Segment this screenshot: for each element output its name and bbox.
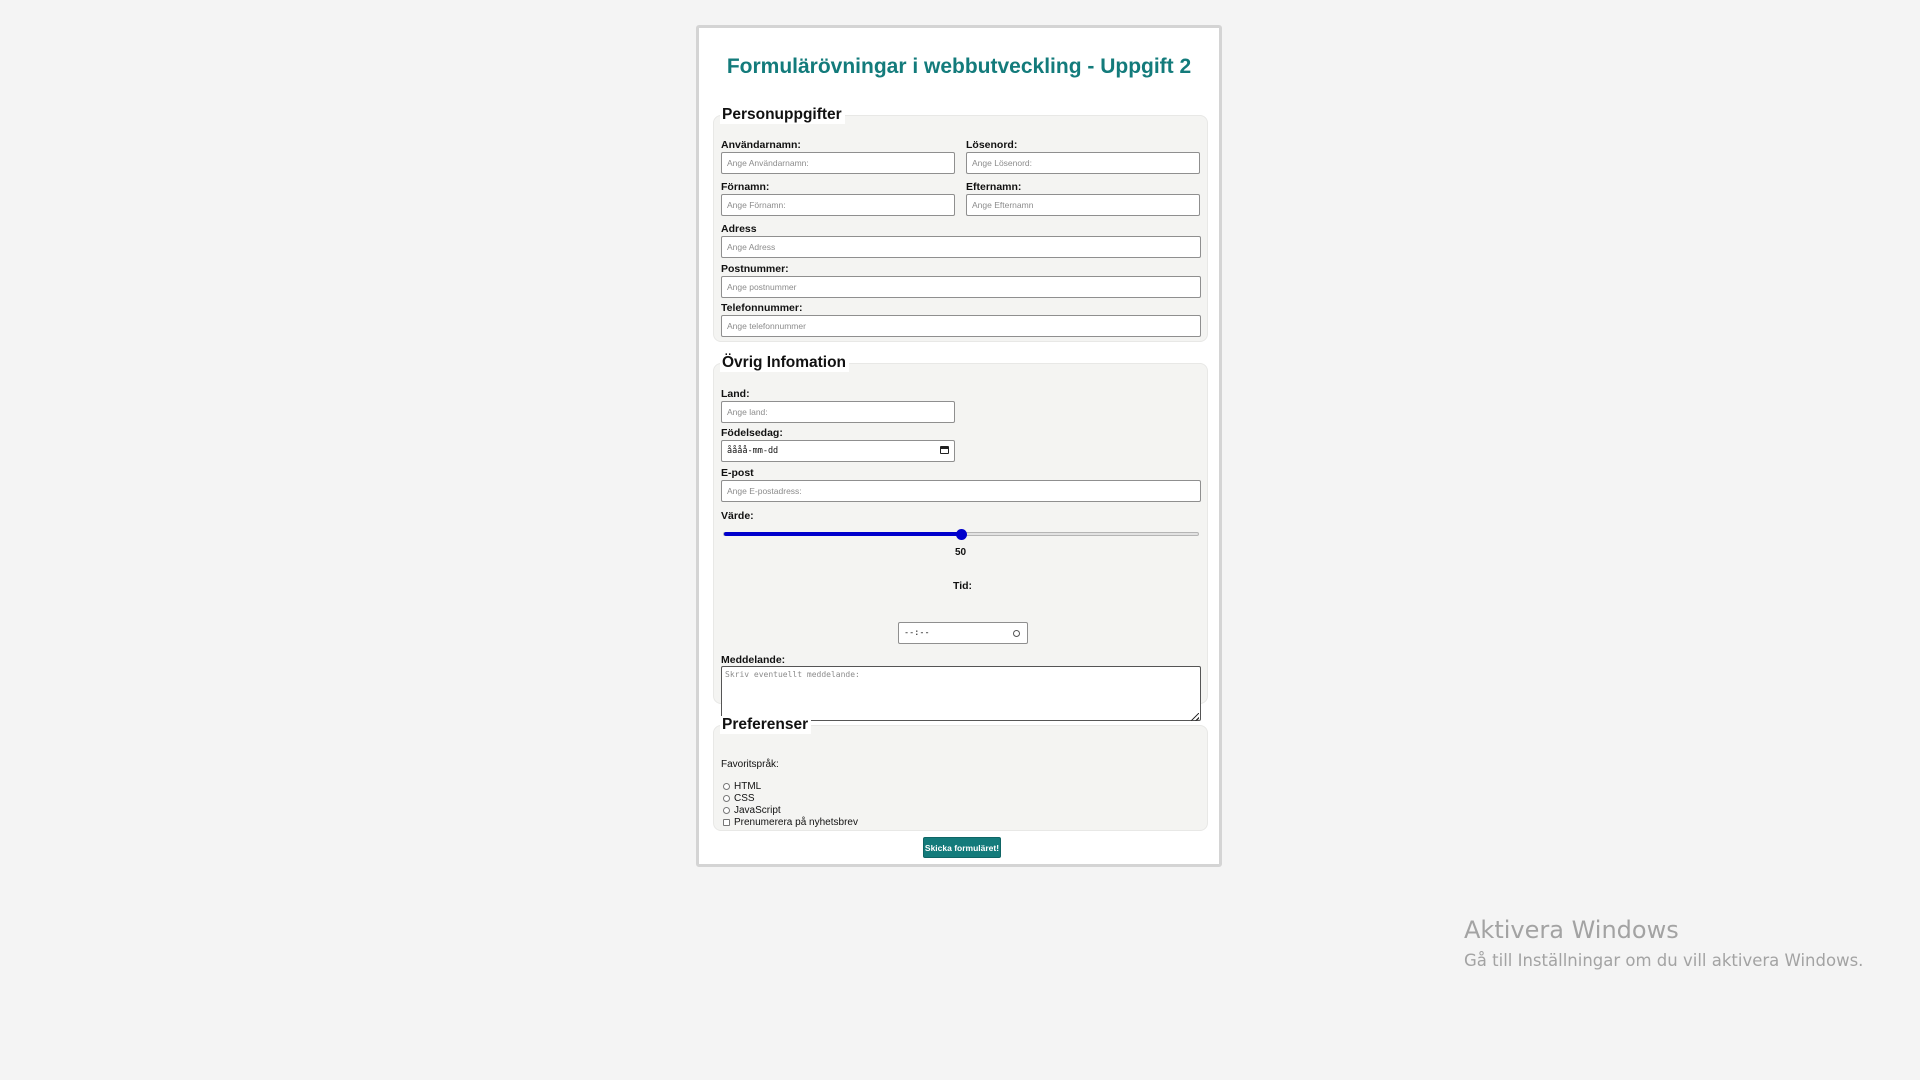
calendar-icon[interactable] [940,446,949,454]
radio-html[interactable] [723,783,730,790]
option-html[interactable]: HTML [723,781,761,792]
postcode-label: Postnummer: [721,263,789,275]
username-label: Användarnamn: [721,139,801,151]
lastname-label: Efternamn: [966,181,1022,193]
value-label: Värde: [721,510,754,522]
option-css-label: CSS [734,793,755,804]
value-slider-fill [724,532,962,536]
favorite-language-label: Favoritspråk: [721,759,779,770]
option-javascript-label: JavaScript [734,805,781,816]
form-card: Formulärövningar i webbutveckling - Uppg… [696,25,1222,867]
value-readout: 50 [955,547,967,558]
newsletter-checkbox[interactable] [723,819,730,826]
page-title: Formulärövningar i webbutveckling - Uppg… [726,55,1192,78]
section-personal-legend: Personuppgifter [720,106,845,124]
option-html-label: HTML [734,781,762,792]
email-label: E-post [721,467,754,479]
section-personal: Personuppgifter Användarnamn: Lösenord: … [713,106,1208,342]
section-other: Övrig Infomation Land: Födelsedag: åååå-… [713,354,1208,721]
clock-icon[interactable] [1013,630,1020,637]
birthday-label: Födelsedag: [721,427,783,439]
activation-watermark-subtitle: Gå till Inställningar om du vill aktiver… [1464,951,1864,970]
radio-css[interactable] [723,795,730,802]
resize-grip-icon[interactable] [1191,713,1199,721]
password-label: Lösenord: [966,139,1018,151]
message-textarea[interactable] [721,666,1201,721]
birthday-date-input[interactable]: åååå-mm-dd [721,440,955,462]
section-preferences-legend: Preferenser [720,716,812,734]
section-preferences: Preferenser Favoritspråk: HTML CSS JavaS… [713,716,1208,831]
firstname-input[interactable] [721,194,955,216]
password-input[interactable] [966,152,1200,174]
newsletter-option[interactable]: Prenumerera på nyhetsbrev [723,817,858,828]
firstname-label: Förnamn: [721,181,770,193]
section-other-legend: Övrig Infomation [720,354,849,372]
radio-javascript[interactable] [723,807,730,814]
option-javascript[interactable]: JavaScript [723,805,781,816]
option-css[interactable]: CSS [723,793,755,804]
newsletter-label: Prenumerera på nyhetsbrev [734,817,858,828]
postcode-input[interactable] [721,276,1201,298]
username-input[interactable] [721,152,955,174]
country-input[interactable] [721,401,955,423]
time-value: --:-- [904,628,930,638]
address-label: Adress [721,223,757,235]
phone-input[interactable] [721,315,1201,337]
country-label: Land: [721,388,750,400]
submit-button[interactable]: Skicka formuläret! [923,837,1001,858]
time-input[interactable]: --:-- [898,622,1028,644]
birthday-date-value: åååå-mm-dd [727,446,779,456]
time-label: Tid: [953,580,973,592]
value-slider-thumb[interactable] [955,529,967,540]
phone-label: Telefonnummer: [721,302,803,314]
lastname-input[interactable] [966,194,1200,216]
activation-watermark-title: Aktivera Windows [1464,916,1679,944]
message-label: Meddelande: [721,654,786,666]
email-input[interactable] [721,480,1201,502]
address-input[interactable] [721,236,1201,258]
